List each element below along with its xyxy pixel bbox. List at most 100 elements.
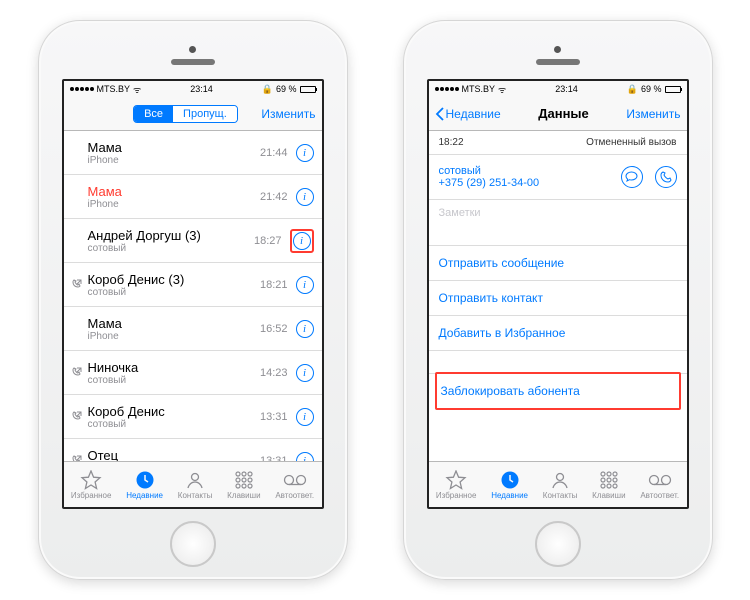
call-row[interactable]: Андрей Доргуш (3)сотовый18:27i	[64, 219, 322, 263]
call-row[interactable]: МамаiPhone21:42 i	[64, 175, 322, 219]
info-icon[interactable]: i	[296, 364, 314, 382]
call-icon[interactable]	[655, 166, 677, 188]
tab-label: Недавние	[126, 491, 163, 500]
tab-label: Автоответ.	[640, 491, 679, 500]
action-list: Отправить сообщение Отправить контакт До…	[429, 245, 687, 351]
chevron-left-icon	[435, 107, 444, 121]
clock: 23:14	[190, 84, 213, 94]
segment-all[interactable]: Все	[134, 106, 173, 122]
caller-subline: iPhone	[88, 331, 260, 342]
screen-left: MTS.BY ᯤ 23:14 🔒 69 % Все Пропущ. Измени…	[62, 79, 324, 509]
tab-contacts[interactable]: Контакты	[543, 470, 578, 500]
info-icon[interactable]: i	[296, 408, 314, 426]
info-icon[interactable]: i	[293, 232, 311, 250]
lock-icon: 🔒	[262, 84, 273, 95]
signal-dots	[70, 87, 94, 91]
add-favorite-button[interactable]: Добавить в Избранное	[429, 316, 687, 351]
back-button[interactable]: Недавние	[435, 107, 501, 121]
iphone-right: MTS.BY ᯤ 23:14 🔒 69 % Недавние Данные Из…	[403, 20, 713, 580]
highlight-box: i	[290, 229, 314, 253]
caller-subline: сотовый	[88, 243, 254, 254]
tab-favorites[interactable]: Избранное	[71, 470, 112, 500]
call-row[interactable]: Отецрабочий13:31i	[64, 439, 322, 461]
outgoing-call-icon	[70, 367, 84, 378]
caller-name: Мама	[88, 184, 260, 199]
block-contact-button[interactable]: Заблокировать абонента	[435, 372, 681, 410]
block-section: Заблокировать абонента	[429, 373, 687, 408]
nav-bar: Недавние Данные Изменить	[429, 97, 687, 131]
call-row[interactable]: МамаiPhone21:44i	[64, 131, 322, 175]
phone-label: сотовый	[439, 165, 540, 177]
recent-calls-list[interactable]: МамаiPhone21:44iМамаiPhone21:42iАндрей Д…	[64, 131, 322, 461]
outgoing-call-icon	[70, 411, 84, 422]
speaker-grill	[536, 59, 580, 65]
signal-dots	[435, 87, 459, 91]
clock: 23:14	[555, 84, 578, 94]
caller-name: Мама	[88, 316, 260, 331]
tab-recent[interactable]: Недавние	[126, 470, 163, 500]
screen-right: MTS.BY ᯤ 23:14 🔒 69 % Недавние Данные Из…	[427, 79, 689, 509]
notes-field[interactable]: Заметки	[439, 199, 677, 235]
caller-name: Андрей Доргуш (3)	[88, 228, 254, 243]
home-button[interactable]	[535, 521, 581, 567]
info-icon[interactable]: i	[296, 452, 314, 462]
fav-icon	[445, 470, 467, 490]
wifi-icon: ᯤ	[133, 83, 141, 96]
tab-label: Избранное	[436, 491, 477, 500]
call-time: 21:42	[260, 191, 288, 203]
call-row[interactable]: Короб Дениссотовый13:31i	[64, 395, 322, 439]
battery-pct: 69 %	[641, 84, 662, 94]
contacts-icon	[185, 470, 205, 490]
edit-button[interactable]: Изменить	[626, 107, 680, 121]
tab-contacts[interactable]: Контакты	[178, 470, 213, 500]
info-icon[interactable]: i	[296, 144, 314, 162]
info-icon[interactable]: i	[296, 320, 314, 338]
tab-voicemail[interactable]: Автоответ.	[275, 470, 314, 500]
recent-icon	[135, 470, 155, 490]
lock-icon: 🔒	[627, 84, 638, 95]
tab-favorites[interactable]: Избранное	[436, 470, 477, 500]
phone-number-row[interactable]: сотовый +375 (29) 251-34-00	[439, 161, 677, 199]
page-title: Данные	[538, 106, 589, 121]
keypad-icon	[234, 470, 254, 490]
call-stamp-time: 18:22	[439, 137, 464, 148]
status-bar: MTS.BY ᯤ 23:14 🔒 69 %	[64, 81, 322, 97]
segment-missed[interactable]: Пропущ.	[173, 106, 237, 122]
call-time: 14:23	[260, 367, 288, 379]
caller-subline: iPhone	[88, 155, 260, 166]
caller-subline: iPhone	[88, 199, 260, 210]
tab-recent[interactable]: Недавние	[491, 470, 528, 500]
carrier-label: MTS.BY	[462, 84, 496, 94]
send-contact-button[interactable]: Отправить контакт	[429, 281, 687, 316]
voicemail-icon	[283, 470, 307, 490]
status-bar: MTS.BY ᯤ 23:14 🔒 69 %	[429, 81, 687, 97]
home-button[interactable]	[170, 521, 216, 567]
info-icon[interactable]: i	[296, 188, 314, 206]
call-row[interactable]: Короб Денис (3)сотовый18:21i	[64, 263, 322, 307]
tab-label: Недавние	[491, 491, 528, 500]
call-time: 21:44	[260, 147, 288, 159]
call-timestamp-row: 18:22 Отмененный вызов	[439, 137, 677, 148]
call-row[interactable]: МамаiPhone16:52i	[64, 307, 322, 351]
info-icon[interactable]: i	[296, 276, 314, 294]
tab-bar: Избранное Недавние Контакты Клавиши Автоотве…	[429, 461, 687, 507]
battery-icon	[300, 86, 316, 93]
phone-number: +375 (29) 251-34-00	[439, 177, 540, 189]
contacts-icon	[550, 470, 570, 490]
earpiece	[536, 31, 580, 79]
caller-name: Короб Денис (3)	[88, 272, 260, 287]
caller-name: Отец	[88, 448, 260, 462]
segmented-control: Все Пропущ.	[133, 105, 238, 123]
battery-icon	[665, 86, 681, 93]
tab-label: Контакты	[178, 491, 213, 500]
outgoing-call-icon	[70, 279, 84, 290]
tab-voicemail[interactable]: Автоответ.	[640, 470, 679, 500]
contact-detail: 18:22 Отмененный вызов сотовый +375 (29)…	[429, 131, 687, 461]
message-icon[interactable]	[621, 166, 643, 188]
call-row[interactable]: Ниночкасотовый14:23i	[64, 351, 322, 395]
tab-keypad[interactable]: Клавиши	[227, 470, 260, 500]
caller-subline: сотовый	[88, 419, 260, 430]
send-message-button[interactable]: Отправить сообщение	[429, 246, 687, 281]
tab-keypad[interactable]: Клавиши	[592, 470, 625, 500]
edit-button[interactable]: Изменить	[261, 107, 315, 121]
